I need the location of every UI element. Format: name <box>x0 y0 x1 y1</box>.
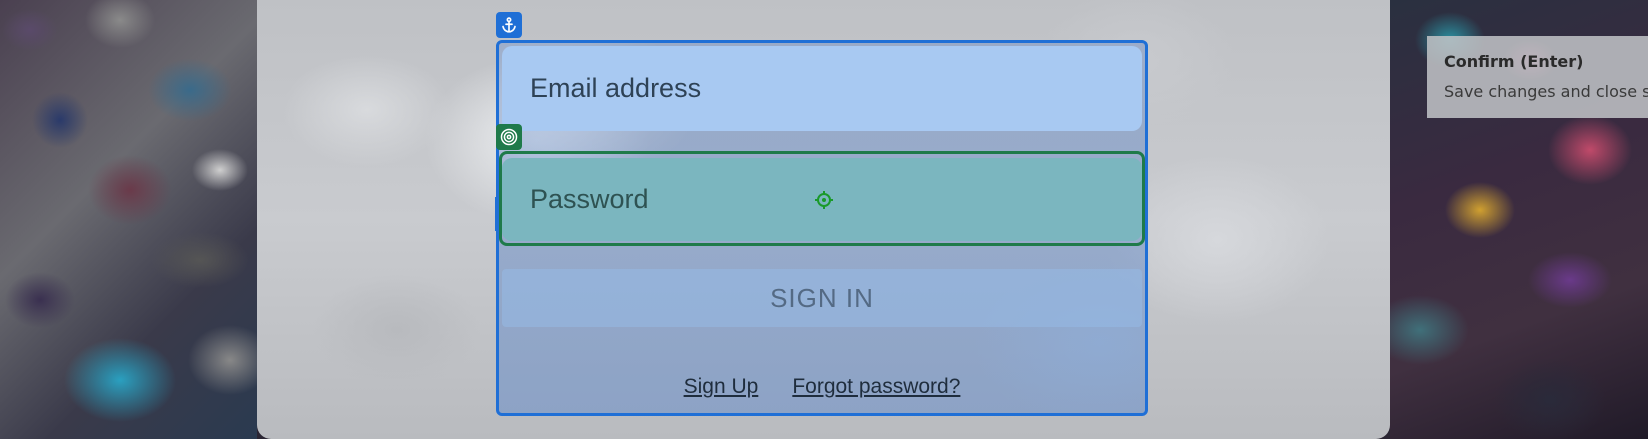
password-field-focus-ring: Password <box>499 151 1145 246</box>
page: Email address Password SIGN IN Sign Up F… <box>0 0 1648 439</box>
password-placeholder: Password <box>530 184 649 214</box>
auth-links: Sign Up Forgot password? <box>499 375 1145 399</box>
email-placeholder: Email address <box>530 73 702 103</box>
forgot-password-link[interactable]: Forgot password? <box>792 375 960 399</box>
tooltip-title: Confirm (Enter) <box>1444 52 1584 71</box>
password-field[interactable]: Password <box>502 158 1142 241</box>
email-field[interactable]: Email address <box>502 46 1142 131</box>
login-form: Email address Password SIGN IN Sign Up F… <box>495 40 1148 416</box>
anchor-icon <box>496 12 522 38</box>
focus-edge-marker <box>495 197 498 231</box>
sign-in-button[interactable]: SIGN IN <box>502 269 1142 327</box>
crosshair-icon <box>815 191 833 209</box>
sign-up-link[interactable]: Sign Up <box>684 375 759 399</box>
confirm-tooltip: Confirm (Enter) Save changes and close s… <box>1427 36 1648 118</box>
background-image-left <box>0 0 257 439</box>
target-icon <box>496 124 522 150</box>
tooltip-description: Save changes and close se <box>1444 82 1648 101</box>
